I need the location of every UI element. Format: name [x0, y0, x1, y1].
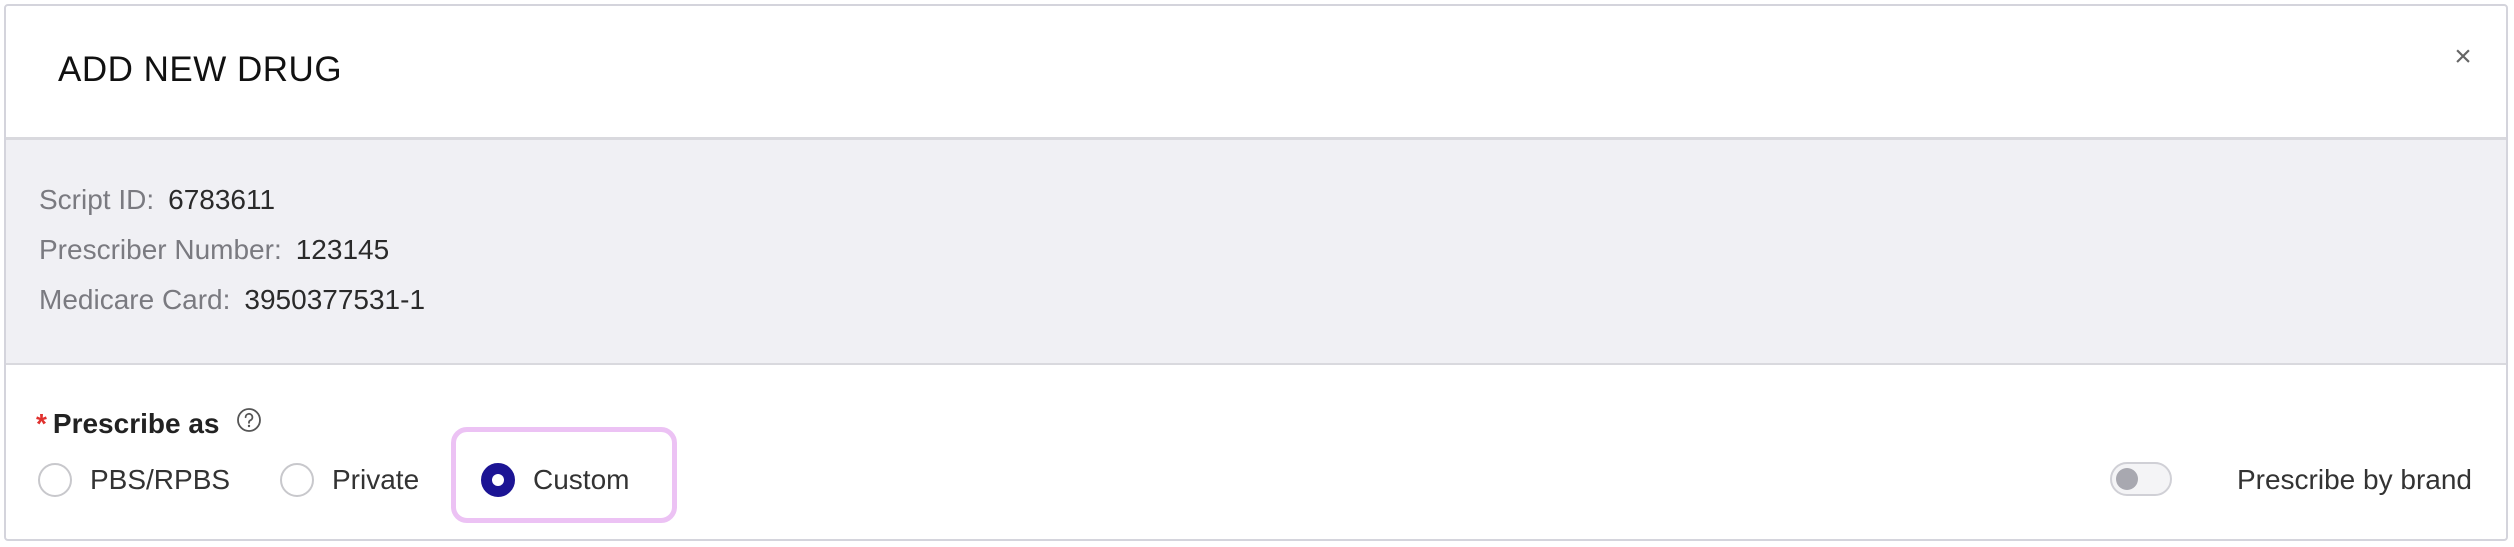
- prescribe-by-brand-label: Prescribe by brand: [2236, 464, 2472, 495]
- script-id-label: Script ID:: [39, 184, 155, 215]
- medicare-card-value: 3950377531-1: [244, 284, 426, 315]
- radio-option-private[interactable]: Private: [280, 460, 419, 500]
- modal-title: ADD NEW DRUG: [58, 50, 343, 89]
- prescriber-number-value: 123145: [295, 234, 390, 265]
- prescriber-number-row: Prescriber Number: 123145: [39, 234, 389, 266]
- question-circle-icon[interactable]: [236, 407, 262, 433]
- add-drug-modal: ADD NEW DRUG × Script ID: 6783611 Prescri…: [4, 4, 2508, 541]
- radio-option-custom[interactable]: Custom: [481, 460, 629, 500]
- radio-button-pbs-rpbs[interactable]: [38, 463, 72, 497]
- script-id-value: 6783611: [168, 184, 276, 215]
- prescriber-number-label: Prescriber Number:: [39, 234, 282, 265]
- script-id-row: Script ID: 6783611: [39, 184, 275, 216]
- script-info-panel: Script ID: 6783611 Prescriber Number: 1231…: [6, 140, 2506, 365]
- radio-option-pbs-rpbs[interactable]: PBS/RPBS: [38, 460, 230, 500]
- radio-label-custom: Custom: [533, 464, 630, 495]
- modal-header: ADD NEW DRUG ×: [6, 6, 2506, 140]
- radio-button-private[interactable]: [280, 463, 314, 497]
- radio-label-private: Private: [332, 464, 420, 495]
- radio-button-custom[interactable]: [481, 463, 515, 497]
- prescribe-as-text: Prescribe as: [52, 408, 220, 439]
- prescribe-as-label: * Prescribe as: [36, 408, 219, 440]
- medicare-card-row: Medicare Card: 3950377531-1: [39, 284, 425, 316]
- medicare-card-label: Medicare Card:: [39, 284, 231, 315]
- required-marker: *: [36, 408, 47, 439]
- radio-selected-dot: [492, 474, 504, 486]
- prescribe-by-brand-toggle[interactable]: [2110, 462, 2172, 496]
- radio-label-pbs-rpbs: PBS/RPBS: [90, 464, 231, 495]
- close-button[interactable]: ×: [2448, 42, 2478, 72]
- toggle-knob: [2116, 468, 2138, 490]
